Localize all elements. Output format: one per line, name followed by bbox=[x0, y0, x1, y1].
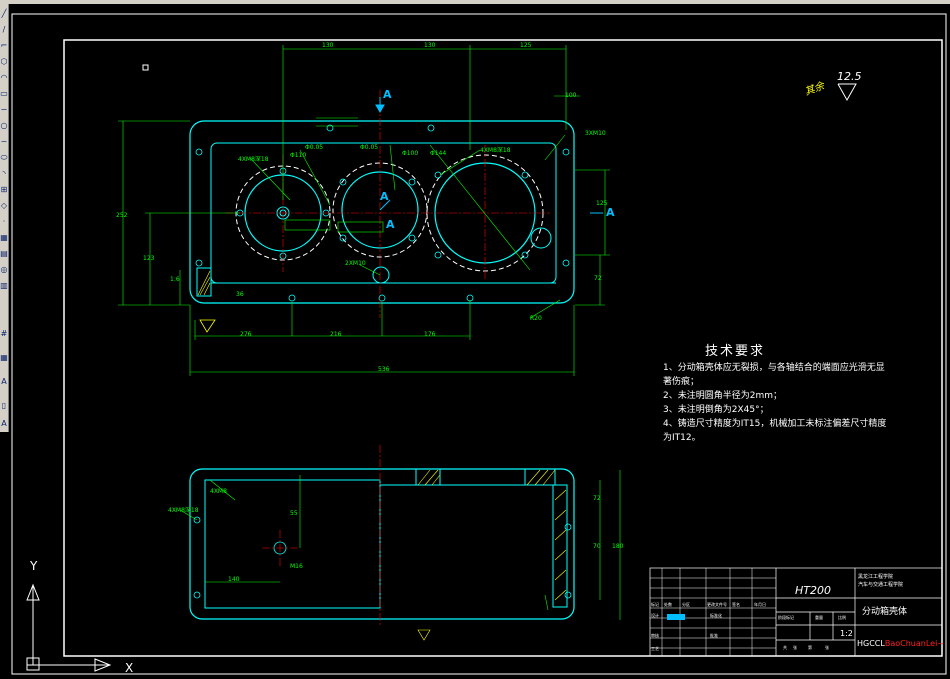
dim-bottom-3: 176 bbox=[424, 331, 436, 338]
tb-cell-sheet: 张 bbox=[825, 645, 829, 650]
side-view bbox=[179, 445, 621, 641]
dim-bottom-4: 536 bbox=[378, 366, 390, 373]
side-callout-4: 140 bbox=[228, 576, 240, 583]
watermark: HGCCLBaoChuanLei~ bbox=[857, 639, 944, 648]
part-name: 分动箱壳体 bbox=[862, 607, 908, 617]
section-label-a-mid: A bbox=[380, 190, 389, 203]
hole-callout-9: 3XM10 bbox=[585, 130, 606, 137]
roughness-value: 12.5 bbox=[837, 70, 862, 83]
ucs-x-label: X bbox=[125, 661, 133, 675]
dim-bottom-2: 216 bbox=[330, 331, 342, 338]
side-callout-1: 4XM8深18 bbox=[168, 507, 199, 514]
watermark-prefix: HGCCL bbox=[857, 639, 885, 648]
scale-value: 1:2 bbox=[840, 629, 853, 638]
hole-callout-5: Φ100 bbox=[402, 150, 419, 157]
watermark-name: BaoChuanLei~ bbox=[884, 639, 944, 648]
tech-line-5: 4、铸造尺寸精度为IT15，机械加工未标注偏差尺寸精度 bbox=[663, 419, 887, 429]
school-name: 黑龙江工程学院 bbox=[858, 574, 894, 580]
tb-cell-sign: 签名 bbox=[732, 602, 740, 607]
dim-top-3: 125 bbox=[520, 42, 532, 49]
section-label-a-right: A bbox=[606, 206, 615, 219]
hole-callout-4: Φ110 bbox=[290, 152, 307, 159]
tech-line-4: 3、未注明倒角为2X45°； bbox=[663, 405, 769, 415]
pickbox bbox=[142, 64, 149, 71]
side-callout-7: 70 bbox=[593, 543, 601, 550]
tb-cell-weight: 重量 bbox=[815, 615, 823, 620]
drawing-canvas[interactable]: Y X bbox=[0, 0, 950, 679]
dim-left-4: 36 bbox=[236, 291, 244, 298]
dim-left-2: 123 bbox=[143, 255, 155, 262]
hole-callout-7: 2XM10 bbox=[345, 260, 366, 267]
tb-cell-total: 共 bbox=[783, 645, 787, 650]
dim-bottom-1: 276 bbox=[240, 331, 252, 338]
dim-top-4: 100 bbox=[565, 92, 577, 99]
hole-callout-3: Φ0.05 bbox=[360, 144, 379, 151]
side-callout-6: 72 bbox=[593, 495, 601, 502]
tb-cell-sheet-no: 第 bbox=[808, 645, 812, 650]
side-callout-5: M16 bbox=[290, 563, 303, 570]
tb-cell-change: 更改文件号 bbox=[707, 602, 727, 607]
dim-right-2: 72 bbox=[594, 275, 602, 282]
tb-cell-zone: 分区 bbox=[682, 602, 690, 607]
hole-callout-6: Φ144 bbox=[430, 150, 447, 157]
dim-right-1: 125 bbox=[596, 200, 608, 207]
tb-cell-scale: 比例 bbox=[838, 615, 846, 620]
tech-line-2: 著伤痕； bbox=[663, 377, 700, 387]
tb-cell-review: 审核 bbox=[651, 633, 659, 638]
tech-line-1: 1、分动箱壳体应无裂损，与各轴结合的端面应光滑无显 bbox=[663, 363, 885, 373]
material-label: HT200 bbox=[795, 584, 831, 597]
tb-cell-design: 设计 bbox=[651, 613, 659, 618]
hole-callout-8: 4XM8深18 bbox=[480, 147, 511, 154]
tb-cell-sheets: 张 bbox=[793, 645, 797, 650]
tb-cell-date: 年月日 bbox=[754, 602, 766, 607]
ucs-icon bbox=[26, 583, 112, 672]
side-callout-2: 4XM8 bbox=[210, 488, 227, 495]
side-callout-8: 180 bbox=[612, 543, 624, 550]
tb-cell-standard: 标准化 bbox=[710, 613, 722, 618]
dim-left-1: 252 bbox=[116, 212, 128, 219]
tb-cell-approve: 批准 bbox=[710, 633, 718, 638]
tech-line-6: 为IT12。 bbox=[663, 433, 701, 443]
department-name: 汽车与交通工程学院 bbox=[858, 582, 904, 588]
dim-right-3: R20 bbox=[530, 315, 542, 322]
drawing-frame bbox=[63, 39, 943, 657]
ucs-y-label: Y bbox=[29, 559, 38, 573]
dim-left-3: 1:6 bbox=[170, 276, 180, 283]
sheet-border bbox=[11, 13, 947, 675]
dim-top-1: 130 bbox=[322, 42, 334, 49]
roughness-symbol bbox=[837, 83, 857, 102]
hole-callout-1: 4XM8深18 bbox=[238, 156, 269, 163]
tb-cell-count: 处数 bbox=[664, 602, 672, 607]
tb-cell-stage: 阶段标记 bbox=[778, 615, 794, 620]
tb-cell-process: 工艺 bbox=[651, 646, 659, 651]
section-label-a-low: A bbox=[386, 218, 395, 231]
side-callout-3: 55 bbox=[290, 510, 298, 517]
hole-callout-2: Φ0.05 bbox=[305, 144, 324, 151]
top-view bbox=[118, 45, 610, 376]
tb-cell-mark: 标记 bbox=[651, 602, 659, 607]
dim-top-2: 130 bbox=[424, 42, 436, 49]
section-label-a-top: A bbox=[383, 88, 392, 101]
tech-line-3: 2、未注明圆角半径为2mm； bbox=[663, 391, 782, 401]
tech-requirements-title: 技术要求 bbox=[705, 344, 766, 359]
